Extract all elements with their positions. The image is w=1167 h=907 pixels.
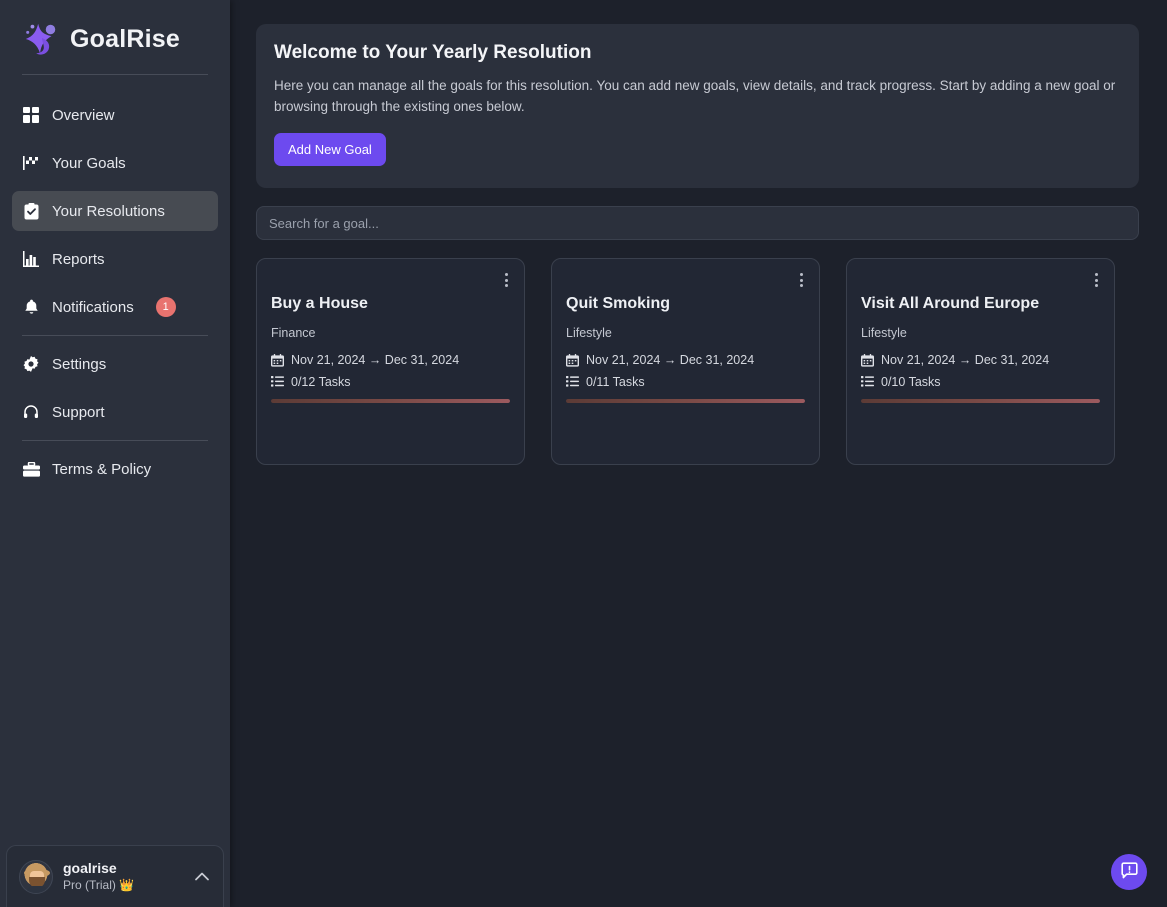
page-title: Welcome to Your Yearly Resolution [274,42,592,63]
sidebar-item-label: Terms & Policy [52,460,152,478]
sidebar: GoalRise Overview Your Goals Your Resolu… [0,0,230,907]
sidebar-item-label: Settings [52,355,107,373]
goal-cards-list: Buy a House Finance Nov 21, 2024 → Dec 3… [256,258,1139,465]
sidebar-item-notifications[interactable]: Notifications 1 [12,287,218,327]
goal-tasks-row: 0/11 Tasks [566,375,805,389]
calendar-icon [566,353,579,367]
grid-icon [22,106,40,124]
sidebar-item-label: Your Resolutions [52,202,165,220]
brand[interactable]: GoalRise [0,0,230,62]
sidebar-divider-2 [22,440,208,441]
goal-tasks: 0/10 Tasks [881,375,941,389]
user-name: goalrise [63,860,117,876]
goal-category: Finance [271,326,316,340]
list-icon [861,375,874,389]
goal-card[interactable]: Quit Smoking Lifestyle Nov 21, 2024 → De… [551,258,820,465]
add-new-goal-button[interactable]: Add New Goal [274,133,386,166]
sidebar-divider-1 [22,335,208,336]
goal-progress-fill [271,399,510,403]
goal-progress-bar [271,399,510,403]
sidebar-item-label: Reports [52,250,105,268]
briefcase-icon [22,460,40,478]
banner-description: Here you can manage all the goals for th… [274,78,1116,114]
app-root: GoalRise Overview Your Goals Your Resolu… [0,0,1167,907]
notifications-badge: 1 [155,297,176,317]
bar-chart-icon [22,250,40,268]
goal-dates-row: Nov 21, 2024 → Dec 31, 2024 [861,353,1100,367]
goal-tasks-row: 0/10 Tasks [861,375,1100,389]
sidebar-item-label: Notifications [52,298,134,316]
goal-category: Lifestyle [861,326,907,340]
feedback-bubble-icon [1120,862,1138,882]
sidebar-item-reports[interactable]: Reports [12,239,218,279]
sidebar-item-label: Your Goals [52,154,126,172]
user-meta: goalrise Pro (Trial) 👑 [63,860,181,893]
list-icon [271,375,284,389]
goal-category: Lifestyle [566,326,612,340]
goal-tasks-row: 0/12 Tasks [271,375,510,389]
feedback-button[interactable] [1111,854,1147,890]
goal-title: Quit Smoking [566,295,670,312]
headset-icon [22,403,40,421]
goal-dates: Nov 21, 2024 → Dec 31, 2024 [881,353,1050,367]
flag-icon [22,154,40,172]
goal-progress-bar [861,399,1100,403]
goal-progress-fill [566,399,805,403]
list-icon [566,375,579,389]
kebab-menu-icon[interactable] [1088,271,1104,289]
calendar-icon [271,353,284,367]
kebab-menu-icon[interactable] [498,271,514,289]
sidebar-nav: Overview Your Goals Your Resolutions Rep… [0,75,230,497]
avatar [19,859,53,894]
goal-dates: Nov 21, 2024 → Dec 31, 2024 [291,353,460,367]
goal-card[interactable]: Visit All Around Europe Lifestyle Nov 21… [846,258,1115,465]
goal-title: Buy a House [271,295,368,312]
gear-icon [22,355,40,373]
brand-name: GoalRise [70,24,180,53]
sidebar-item-label: Support [52,403,105,421]
kebab-menu-icon[interactable] [793,271,809,289]
chevron-up-icon[interactable] [191,866,213,888]
goal-dates-row: Nov 21, 2024 → Dec 31, 2024 [566,353,805,367]
clipboard-check-icon [22,202,40,220]
sidebar-item-overview[interactable]: Overview [12,95,218,135]
welcome-banner: Welcome to Your Yearly Resolution Here y… [256,24,1139,188]
bell-icon [22,298,40,316]
goal-card[interactable]: Buy a House Finance Nov 21, 2024 → Dec 3… [256,258,525,465]
goal-dates: Nov 21, 2024 → Dec 31, 2024 [586,353,755,367]
goal-tasks: 0/12 Tasks [291,375,351,389]
goalrise-logo-icon [22,19,60,59]
goal-title: Visit All Around Europe [861,295,1040,312]
sidebar-item-your-goals[interactable]: Your Goals [12,143,218,183]
calendar-icon [861,353,874,367]
goal-progress-fill [861,399,1100,403]
main-content: Welcome to Your Yearly Resolution Here y… [230,0,1167,907]
search-input[interactable] [256,206,1139,240]
sidebar-item-support[interactable]: Support [12,392,218,432]
user-profile-card[interactable]: goalrise Pro (Trial) 👑 [6,845,224,907]
user-plan: Pro (Trial) 👑 [63,878,135,892]
sidebar-item-your-resolutions[interactable]: Your Resolutions [12,191,218,231]
sidebar-item-terms-policy[interactable]: Terms & Policy [12,449,218,489]
goal-progress-bar [566,399,805,403]
sidebar-item-settings[interactable]: Settings [12,344,218,384]
sidebar-item-label: Overview [52,106,115,124]
goal-dates-row: Nov 21, 2024 → Dec 31, 2024 [271,353,510,367]
goal-tasks: 0/11 Tasks [586,375,645,389]
